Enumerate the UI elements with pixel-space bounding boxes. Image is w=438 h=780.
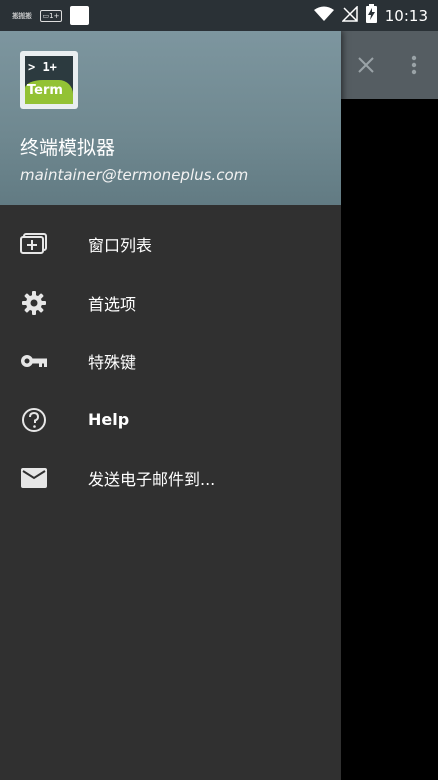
drawer-email: maintainer@termoneplus.com <box>20 166 249 184</box>
menu-label-preferences: 首选项 <box>88 294 137 314</box>
status-left: 搬搬搬 ▭1+ <box>12 6 90 25</box>
close-icon <box>358 57 374 73</box>
status-right: 10:13 <box>313 4 428 27</box>
notification-app-icon: 搬搬搬 <box>12 11 32 20</box>
wifi-icon <box>313 6 334 26</box>
app-logo-prompt: > 1+ <box>28 60 57 74</box>
app-logo-term-text: Term <box>27 83 63 98</box>
battery-charging-icon <box>365 4 377 27</box>
menu-label-send-email: 发送电子邮件到... <box>88 470 216 490</box>
menu-item-help[interactable]: Help <box>0 391 341 450</box>
no-signal-icon <box>340 4 358 26</box>
menu-label-special-keys: 特殊键 <box>88 353 137 373</box>
key-icon <box>20 347 48 375</box>
menu-label-help: Help <box>88 410 130 430</box>
navigation-drawer: > 1+ Term 终端模拟器 maintainer@termoneplus.c… <box>0 31 341 780</box>
mail-icon <box>20 464 48 492</box>
close-window-button[interactable] <box>342 41 390 89</box>
drawer-menu: 窗口列表 首选项 特殊键 Help 发送电子邮件到... <box>0 205 341 508</box>
toolbar-actions <box>342 31 438 99</box>
notification-square-icon <box>70 6 90 25</box>
notification-badge: ▭1+ <box>39 9 63 22</box>
more-vert-icon <box>411 55 417 75</box>
drawer-header: > 1+ Term 终端模拟器 maintainer@termoneplus.c… <box>0 31 341 205</box>
menu-item-preferences[interactable]: 首选项 <box>0 274 341 333</box>
menu-item-window-list[interactable]: 窗口列表 <box>0 215 341 274</box>
menu-item-special-keys[interactable]: 特殊键 <box>0 332 341 391</box>
app-logo-term: Term <box>25 80 73 104</box>
menu-label-window-list: 窗口列表 <box>88 236 153 256</box>
help-icon <box>20 406 48 434</box>
drawer-title: 终端模拟器 <box>20 137 116 159</box>
status-bar: 搬搬搬 ▭1+ 10:13 <box>0 0 438 31</box>
window-list-icon <box>20 230 48 258</box>
gear-icon <box>20 289 48 317</box>
clock: 10:13 <box>384 6 428 25</box>
app-logo: > 1+ Term <box>20 51 78 109</box>
menu-item-send-email[interactable]: 发送电子邮件到... <box>0 449 341 508</box>
app-logo-inner: > 1+ Term <box>25 56 73 104</box>
overflow-menu-button[interactable] <box>390 41 438 89</box>
